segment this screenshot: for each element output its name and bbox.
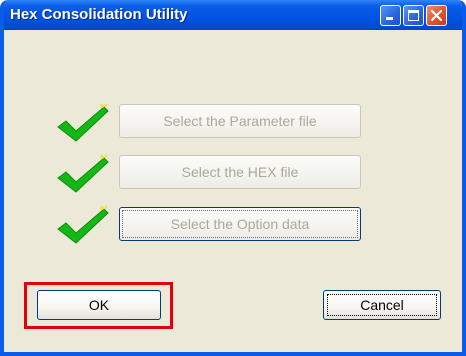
select-hex-file-label: Select the HEX file	[181, 164, 299, 180]
select-hex-file-button[interactable]: Select the HEX file	[119, 155, 361, 189]
check-icon-option	[57, 205, 109, 244]
select-option-data-label: Select the Option data	[170, 216, 310, 232]
ok-highlight-box	[24, 282, 173, 329]
check-icon-hex	[57, 154, 109, 193]
maximize-button[interactable]	[403, 5, 424, 26]
cancel-button[interactable]: Cancel	[323, 290, 441, 320]
cancel-label: Cancel	[360, 297, 404, 313]
window-title: Hex Consolidation Utility	[10, 6, 188, 23]
check-icon-parameter	[57, 103, 109, 142]
select-option-data-button[interactable]: Select the Option data	[119, 207, 361, 241]
maximize-icon	[408, 10, 419, 21]
minimize-button[interactable]	[380, 5, 401, 26]
focus-rect: Select the Option data	[122, 210, 358, 238]
select-parameter-file-label: Select the Parameter file	[163, 113, 317, 129]
title-bar[interactable]: Hex Consolidation Utility	[4, 0, 462, 30]
close-icon	[431, 10, 442, 21]
cancel-focus-rect: Cancel	[327, 294, 437, 316]
minimize-icon	[386, 17, 393, 20]
close-button[interactable]	[426, 5, 447, 26]
select-parameter-file-button[interactable]: Select the Parameter file	[119, 104, 361, 138]
